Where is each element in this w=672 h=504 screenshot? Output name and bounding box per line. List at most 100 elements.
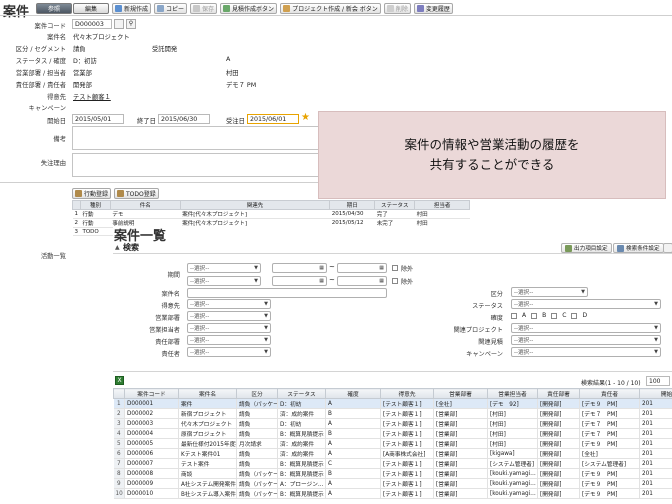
tab-edit[interactable]: 編集 (73, 3, 109, 14)
table-row[interactable]: 8D000008商談請負（パッケー…B：概算見積提示B[テスト顧客１][営業部]… (113, 468, 672, 479)
add-todo-button[interactable]: TODO登録 (114, 188, 159, 199)
excel-export-icon[interactable]: X (115, 376, 124, 385)
quote-filter-select[interactable]: --選択-- ▼ (511, 335, 661, 345)
col-status[interactable]: ステータス (277, 388, 326, 399)
name-filter-input[interactable] (187, 288, 387, 298)
col-sales-person[interactable]: 営業担当者 (487, 388, 538, 399)
search-settings-label: 検索条件設定 (626, 246, 660, 252)
table-row[interactable]: 3 D000003 代々木プロジェクト 請負 D：初訪 A [テスト顧客１] [営業部] [村田… (113, 418, 672, 429)
resp-dept-select[interactable]: --選択-- ▼ (187, 335, 271, 345)
sales-person-select[interactable]: --選択-- ▼ (187, 323, 271, 333)
period-to-date[interactable]: ▦ (337, 263, 387, 273)
start-date-field[interactable]: 2015/05/01 (72, 114, 124, 124)
output-settings-button[interactable]: 出力項目設定 (561, 243, 612, 253)
rank-c-checkbox[interactable] (551, 312, 558, 319)
period2-from-value: --選択-- (190, 279, 210, 285)
resp-label: 責任部署 / 責任者 (15, 82, 66, 89)
order-date-field[interactable]: 2015/06/01 (247, 114, 299, 124)
col-resp-dept[interactable]: 責任部署 (537, 388, 580, 399)
period2-from-date[interactable]: ▦ (272, 276, 327, 286)
cell-sales-dept: [営業部] (433, 438, 488, 449)
col-start[interactable]: 開始 (639, 388, 672, 399)
search-icon[interactable]: ⚲ (126, 19, 136, 29)
chevron-down-icon: ▼ (264, 349, 268, 355)
rank-d-checkbox[interactable] (571, 312, 578, 319)
copy-button[interactable]: コピー (154, 3, 188, 14)
row-number: 10 (113, 488, 125, 499)
col-rank[interactable]: 確度 (325, 388, 381, 399)
col-name[interactable]: 案件名 (178, 388, 237, 399)
end-date-field[interactable]: 2015/06/30 (158, 114, 210, 124)
cell-start: 201 (639, 408, 672, 419)
table-row[interactable]: 1D000001案件請負（パッケー…D：初訪A[テスト顧客１][全社][デモ 9… (113, 398, 672, 409)
rank-b-checkbox[interactable] (531, 312, 538, 319)
exclude2-checkbox[interactable] (392, 278, 398, 284)
table-row[interactable]: 9D000009A社システム開発案件請負（パッケー…A：プロージン…A[テスト顧… (113, 478, 672, 489)
row-number: 3 (113, 418, 125, 429)
rank-a-checkbox[interactable] (511, 312, 517, 319)
delete-button[interactable]: 削除 (383, 3, 411, 14)
quote-filter-label: 関連見積 (478, 339, 503, 346)
col-resp-person[interactable]: 責任者 (579, 388, 640, 399)
table-row[interactable]: 10D000010B社システム導入案件請負（パッケー…B：概算見積提示A[テスト… (113, 488, 672, 499)
search-settings-button[interactable]: 検索条件設定 (613, 243, 664, 253)
history-button[interactable]: 変更履歴 (413, 3, 453, 14)
table-row[interactable]: 7 D000007 テスト案件 請負 B：概算見積提示 C [テスト顧客１] [営業部] [シス… (113, 458, 672, 469)
new-icon (115, 5, 122, 12)
period2-from-select[interactable]: --選択-- ▼ (187, 276, 261, 286)
lost-reason-field[interactable] (72, 153, 322, 177)
collapse-icon[interactable]: ▲ (115, 244, 120, 251)
cell-sales-person: [システム管理者] (487, 458, 538, 469)
save-button[interactable]: 保存 (190, 3, 218, 14)
new-button-label: 新規作成 (124, 6, 149, 13)
row-number: 4 (113, 428, 125, 439)
division-select[interactable]: --選択-- ▼ (511, 287, 588, 297)
table-row[interactable]: 5D000005最新仕様付2015年度案件月次請求済：成約案件A[テスト顧客１]… (113, 438, 672, 449)
status-filter-select[interactable]: --選択-- ▼ (511, 299, 661, 309)
cell-code: D000010 (124, 488, 179, 499)
client-filter-select[interactable]: --選択-- ▼ (187, 299, 271, 309)
row-number: 8 (113, 468, 125, 479)
cell-division: 請負 (236, 448, 278, 459)
col-division[interactable]: 区分 (236, 388, 278, 399)
help-icon[interactable] (663, 243, 672, 253)
calendar-icon: ▦ (379, 265, 384, 271)
period-from-date[interactable]: ▦ (272, 263, 327, 273)
campaign-filter-select[interactable]: --選択-- ▼ (511, 347, 661, 357)
col-sales-dept[interactable]: 営業部署 (433, 388, 488, 399)
star-icon[interactable]: ★ (301, 112, 310, 123)
cell-sales-person: [村田] (487, 428, 538, 439)
page-size-field[interactable]: 100 (646, 376, 670, 386)
table-row[interactable]: 4 D000004 原宿プロジェクト 請負 B：概算見積提示 B [テスト顧客１] [営業部]… (113, 428, 672, 439)
end-label: 終了日 (137, 118, 156, 125)
col-client[interactable]: 得意先 (380, 388, 434, 399)
exclude-checkbox[interactable] (392, 265, 398, 271)
quote-button[interactable]: 見積作成ボタン (220, 3, 278, 14)
save-button-label: 保存 (202, 6, 215, 13)
table-row[interactable]: 2 D000002 新宿プロジェクト 請負 済：成約案件 B [テスト顧客１] [営業部] [村… (113, 408, 672, 419)
tab-view[interactable]: 参照 (36, 3, 72, 14)
row-number: 2 (113, 408, 125, 419)
resp-person-select[interactable]: --選択-- ▼ (187, 347, 271, 357)
activity-row[interactable]: 1 行動 デモ 案件[代々木プロジェクト] 2015/04/30 完了 村田 (72, 209, 470, 219)
project-filter-select[interactable]: --選択-- ▼ (511, 323, 661, 333)
segment-value: 請負 (73, 46, 86, 53)
period-label: 期間 (167, 272, 180, 279)
code-field[interactable]: D000003 (72, 19, 112, 29)
segment-label: 区分 / セグメント (15, 46, 66, 53)
lost-reason-label: 失注理由 (40, 160, 66, 167)
cell-division: 請負 (236, 458, 278, 469)
chevron-down-icon: ▼ (264, 337, 268, 343)
client-link[interactable]: テスト顧客１ (73, 92, 111, 101)
table-row[interactable]: 6 D000006 Kテスト案件01 請負 済：成約案件 A [A商事株式会社] [営業部][… (113, 448, 672, 459)
sales-dept-select[interactable]: --選択-- ▼ (187, 311, 271, 321)
add-activity-button[interactable]: 行動登録 (72, 188, 112, 199)
new-button[interactable]: 新規作成 (112, 3, 152, 14)
cell-status: D：初訪 (277, 418, 326, 429)
remarks-field[interactable] (72, 126, 322, 150)
col-code[interactable]: 案件コード (124, 388, 179, 399)
copy-code-icon[interactable] (114, 19, 124, 29)
project-button[interactable]: プロジェクト作成 / 新会 ボタン (280, 3, 381, 14)
period2-to-date[interactable]: ▦ (337, 276, 387, 286)
period-from-select[interactable]: --選択-- ▼ (187, 263, 261, 273)
